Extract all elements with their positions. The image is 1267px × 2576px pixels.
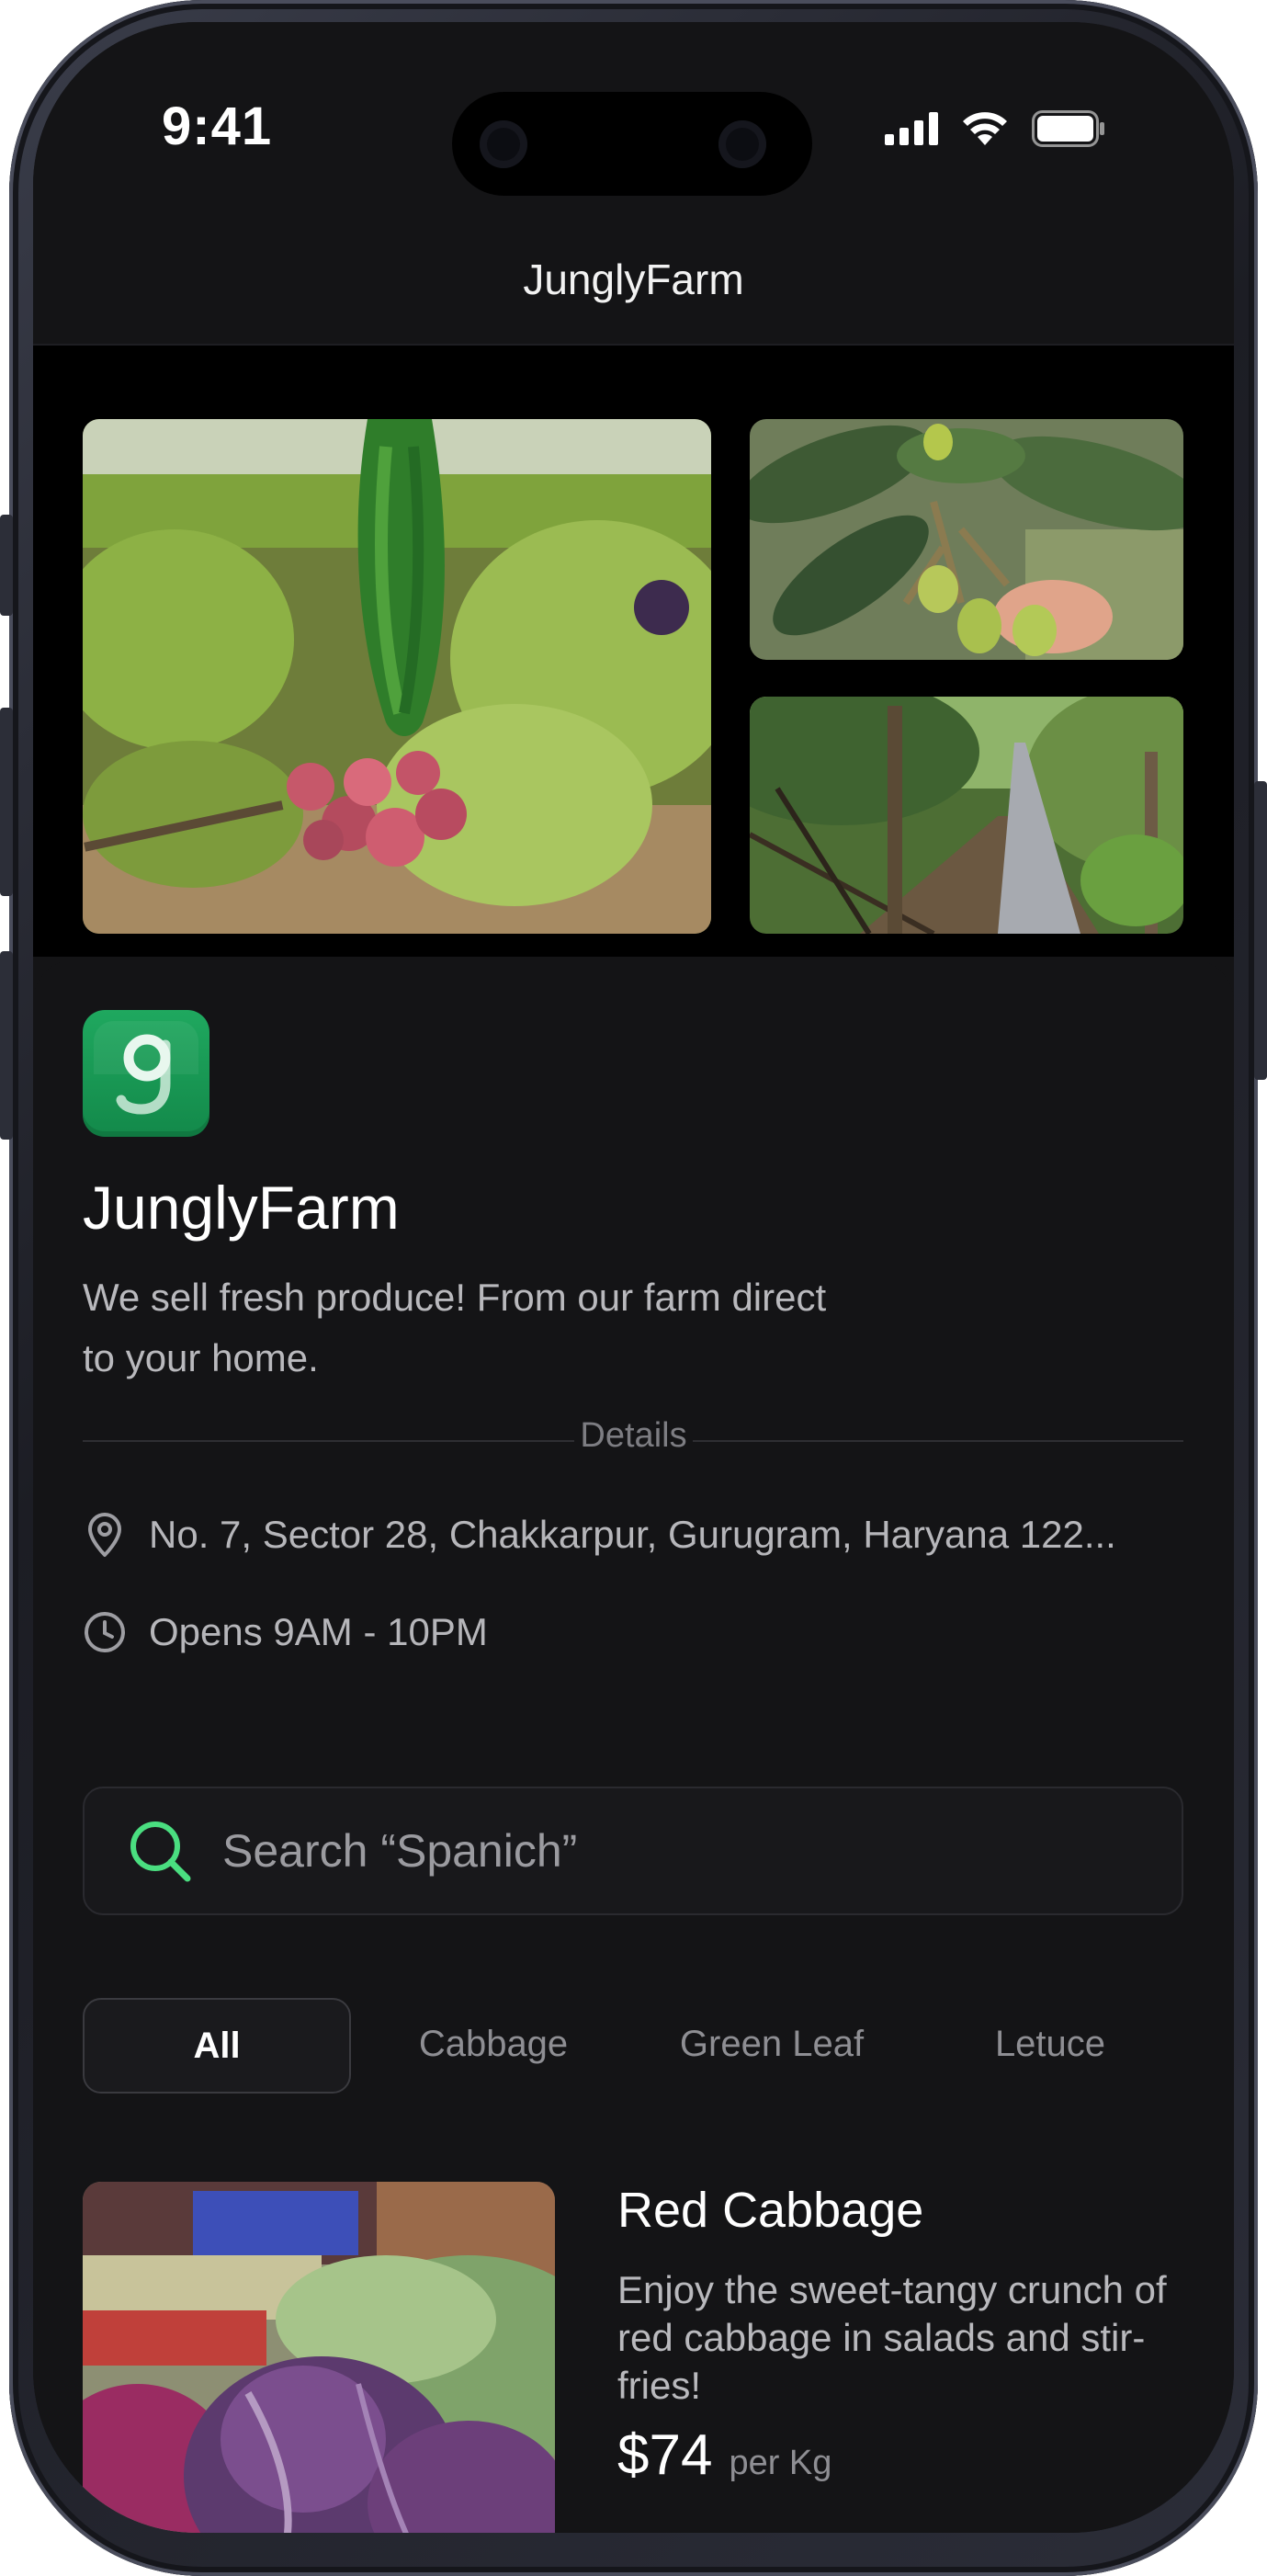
dynamic-island	[452, 92, 812, 196]
gallery-bottom-right-photo[interactable]	[750, 697, 1183, 934]
fruit-tree-photo	[750, 419, 1183, 660]
store-address: No. 7, Sector 28, Chakkarpur, Gurugram, …	[149, 1513, 1116, 1556]
location-pin-icon	[88, 1513, 121, 1557]
category-filters: All Cabbage Green Leaf Letuce	[83, 1998, 1183, 2094]
battery-icon	[1032, 110, 1104, 147]
camera-icon	[480, 120, 527, 168]
screen: 9:41 JunglyFarm JunglyFarm We sell fresh…	[33, 22, 1234, 2533]
store-logo-icon	[94, 1021, 198, 1115]
status-icons	[885, 110, 1105, 147]
filter-chip-letuce[interactable]: Letuce	[918, 1998, 1182, 2090]
wifi-icon	[963, 112, 1007, 145]
gallery-main-photo[interactable]	[83, 419, 711, 934]
filter-chip-label: Green Leaf	[679, 2023, 865, 2064]
filter-chip-all[interactable]: All	[83, 1998, 351, 2094]
filter-chip-label: All	[193, 2025, 241, 2066]
filter-chip-label: Cabbage	[418, 2023, 569, 2064]
signal-icon	[885, 112, 938, 145]
store-hours: Opens 9AM - 10PM	[149, 1610, 488, 1653]
status-time: 9:41	[162, 96, 273, 156]
address-row[interactable]: No. 7, Sector 28, Chakkarpur, Gurugram, …	[83, 1511, 1116, 1559]
onion-harvest-photo	[83, 419, 711, 934]
details-divider-right	[693, 1440, 1183, 1442]
action-button	[0, 515, 13, 616]
hours-row: Opens 9AM - 10PM	[83, 1608, 488, 1656]
greenhouse-path-photo	[750, 697, 1183, 934]
filter-chip-green-leaf[interactable]: Green Leaf	[639, 1998, 904, 2090]
filter-chip-cabbage[interactable]: Cabbage	[361, 1998, 626, 2090]
search-bar[interactable]: Search “Spanich”	[83, 1787, 1183, 1915]
store-logo	[83, 1010, 209, 1137]
red-cabbage-photo	[83, 2182, 555, 2533]
clock-icon	[85, 1612, 125, 1652]
product-image[interactable]	[83, 2182, 555, 2533]
search-input[interactable]: Search “Spanich”	[222, 1824, 577, 1878]
search-icon	[130, 1821, 191, 1882]
photo-gallery	[33, 346, 1234, 957]
details-label: Details	[580, 1416, 687, 1455]
product-price: $74	[617, 2423, 713, 2487]
gallery-top-right-photo[interactable]	[750, 419, 1183, 660]
store-sheet: JunglyFarm We sell fresh produce! From o…	[33, 959, 1234, 2533]
store-description: We sell fresh produce! From our farm dir…	[83, 1276, 827, 1379]
filter-chip-label: Letuce	[994, 2023, 1106, 2064]
product-price-row: $74 per Kg	[617, 2423, 831, 2488]
product-name[interactable]: Red Cabbage	[617, 2182, 923, 2239]
volume-up-button	[0, 708, 13, 896]
app-header: JunglyFarm	[33, 215, 1234, 346]
status-bar: 9:41	[33, 22, 1234, 233]
header-title: JunglyFarm	[523, 255, 744, 303]
volume-down-button	[0, 951, 13, 1140]
store-name: JunglyFarm	[83, 1174, 400, 1242]
power-button	[1254, 781, 1267, 1080]
sensor-icon	[718, 120, 766, 168]
product-description: Enjoy the sweet-tangy crunch of red cabb…	[617, 2268, 1167, 2407]
product-unit: per Kg	[729, 2444, 832, 2482]
